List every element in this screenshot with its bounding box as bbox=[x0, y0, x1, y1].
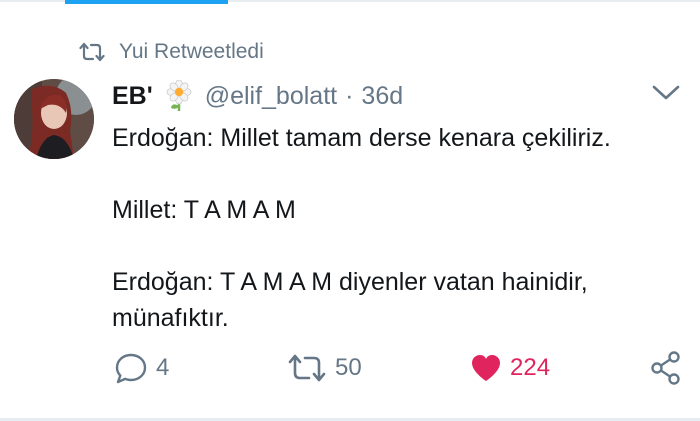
retweet-count: 50 bbox=[335, 354, 362, 381]
retweet-button[interactable]: 50 bbox=[287, 348, 362, 388]
share-button[interactable] bbox=[650, 348, 682, 388]
avatar[interactable] bbox=[14, 79, 94, 159]
retweet-icon bbox=[79, 41, 105, 63]
reply-icon bbox=[114, 351, 148, 385]
tweet-header[interactable]: EB' @elif_bolatt · 36d bbox=[112, 76, 403, 116]
separator-dot: · bbox=[345, 81, 354, 110]
active-tab-indicator bbox=[65, 0, 228, 4]
display-name[interactable]: EB' bbox=[112, 82, 153, 111]
tweet-text: Erdoğan: Millet tamam derse kenara çekil… bbox=[112, 120, 682, 336]
tweet-line: Erdoğan: Millet tamam derse kenara çekil… bbox=[112, 124, 611, 152]
retweet-icon bbox=[287, 352, 327, 384]
tweet-line: Millet: T A M A M bbox=[112, 196, 296, 224]
heart-icon bbox=[470, 353, 502, 383]
like-count: 224 bbox=[510, 354, 551, 381]
like-button[interactable]: 224 bbox=[470, 348, 550, 388]
flower-icon bbox=[165, 80, 193, 112]
tweet-time[interactable]: 36d bbox=[361, 82, 403, 111]
retweet-context[interactable]: Yui Retweetledi bbox=[79, 38, 264, 66]
tweet-line: Erdoğan: T A M A M diyenler vatan hainid… bbox=[112, 268, 588, 296]
reply-button[interactable]: 4 bbox=[114, 348, 169, 388]
chevron-down-icon[interactable] bbox=[652, 84, 680, 102]
tweet-line: münafıktır. bbox=[112, 304, 229, 332]
reply-count: 4 bbox=[156, 354, 170, 381]
share-icon bbox=[650, 351, 682, 385]
user-handle[interactable]: @elif_bolatt bbox=[205, 82, 337, 111]
tweet-actions: 4 50 224 bbox=[0, 348, 700, 388]
retweet-context-label: Yui Retweetledi bbox=[119, 40, 264, 63]
